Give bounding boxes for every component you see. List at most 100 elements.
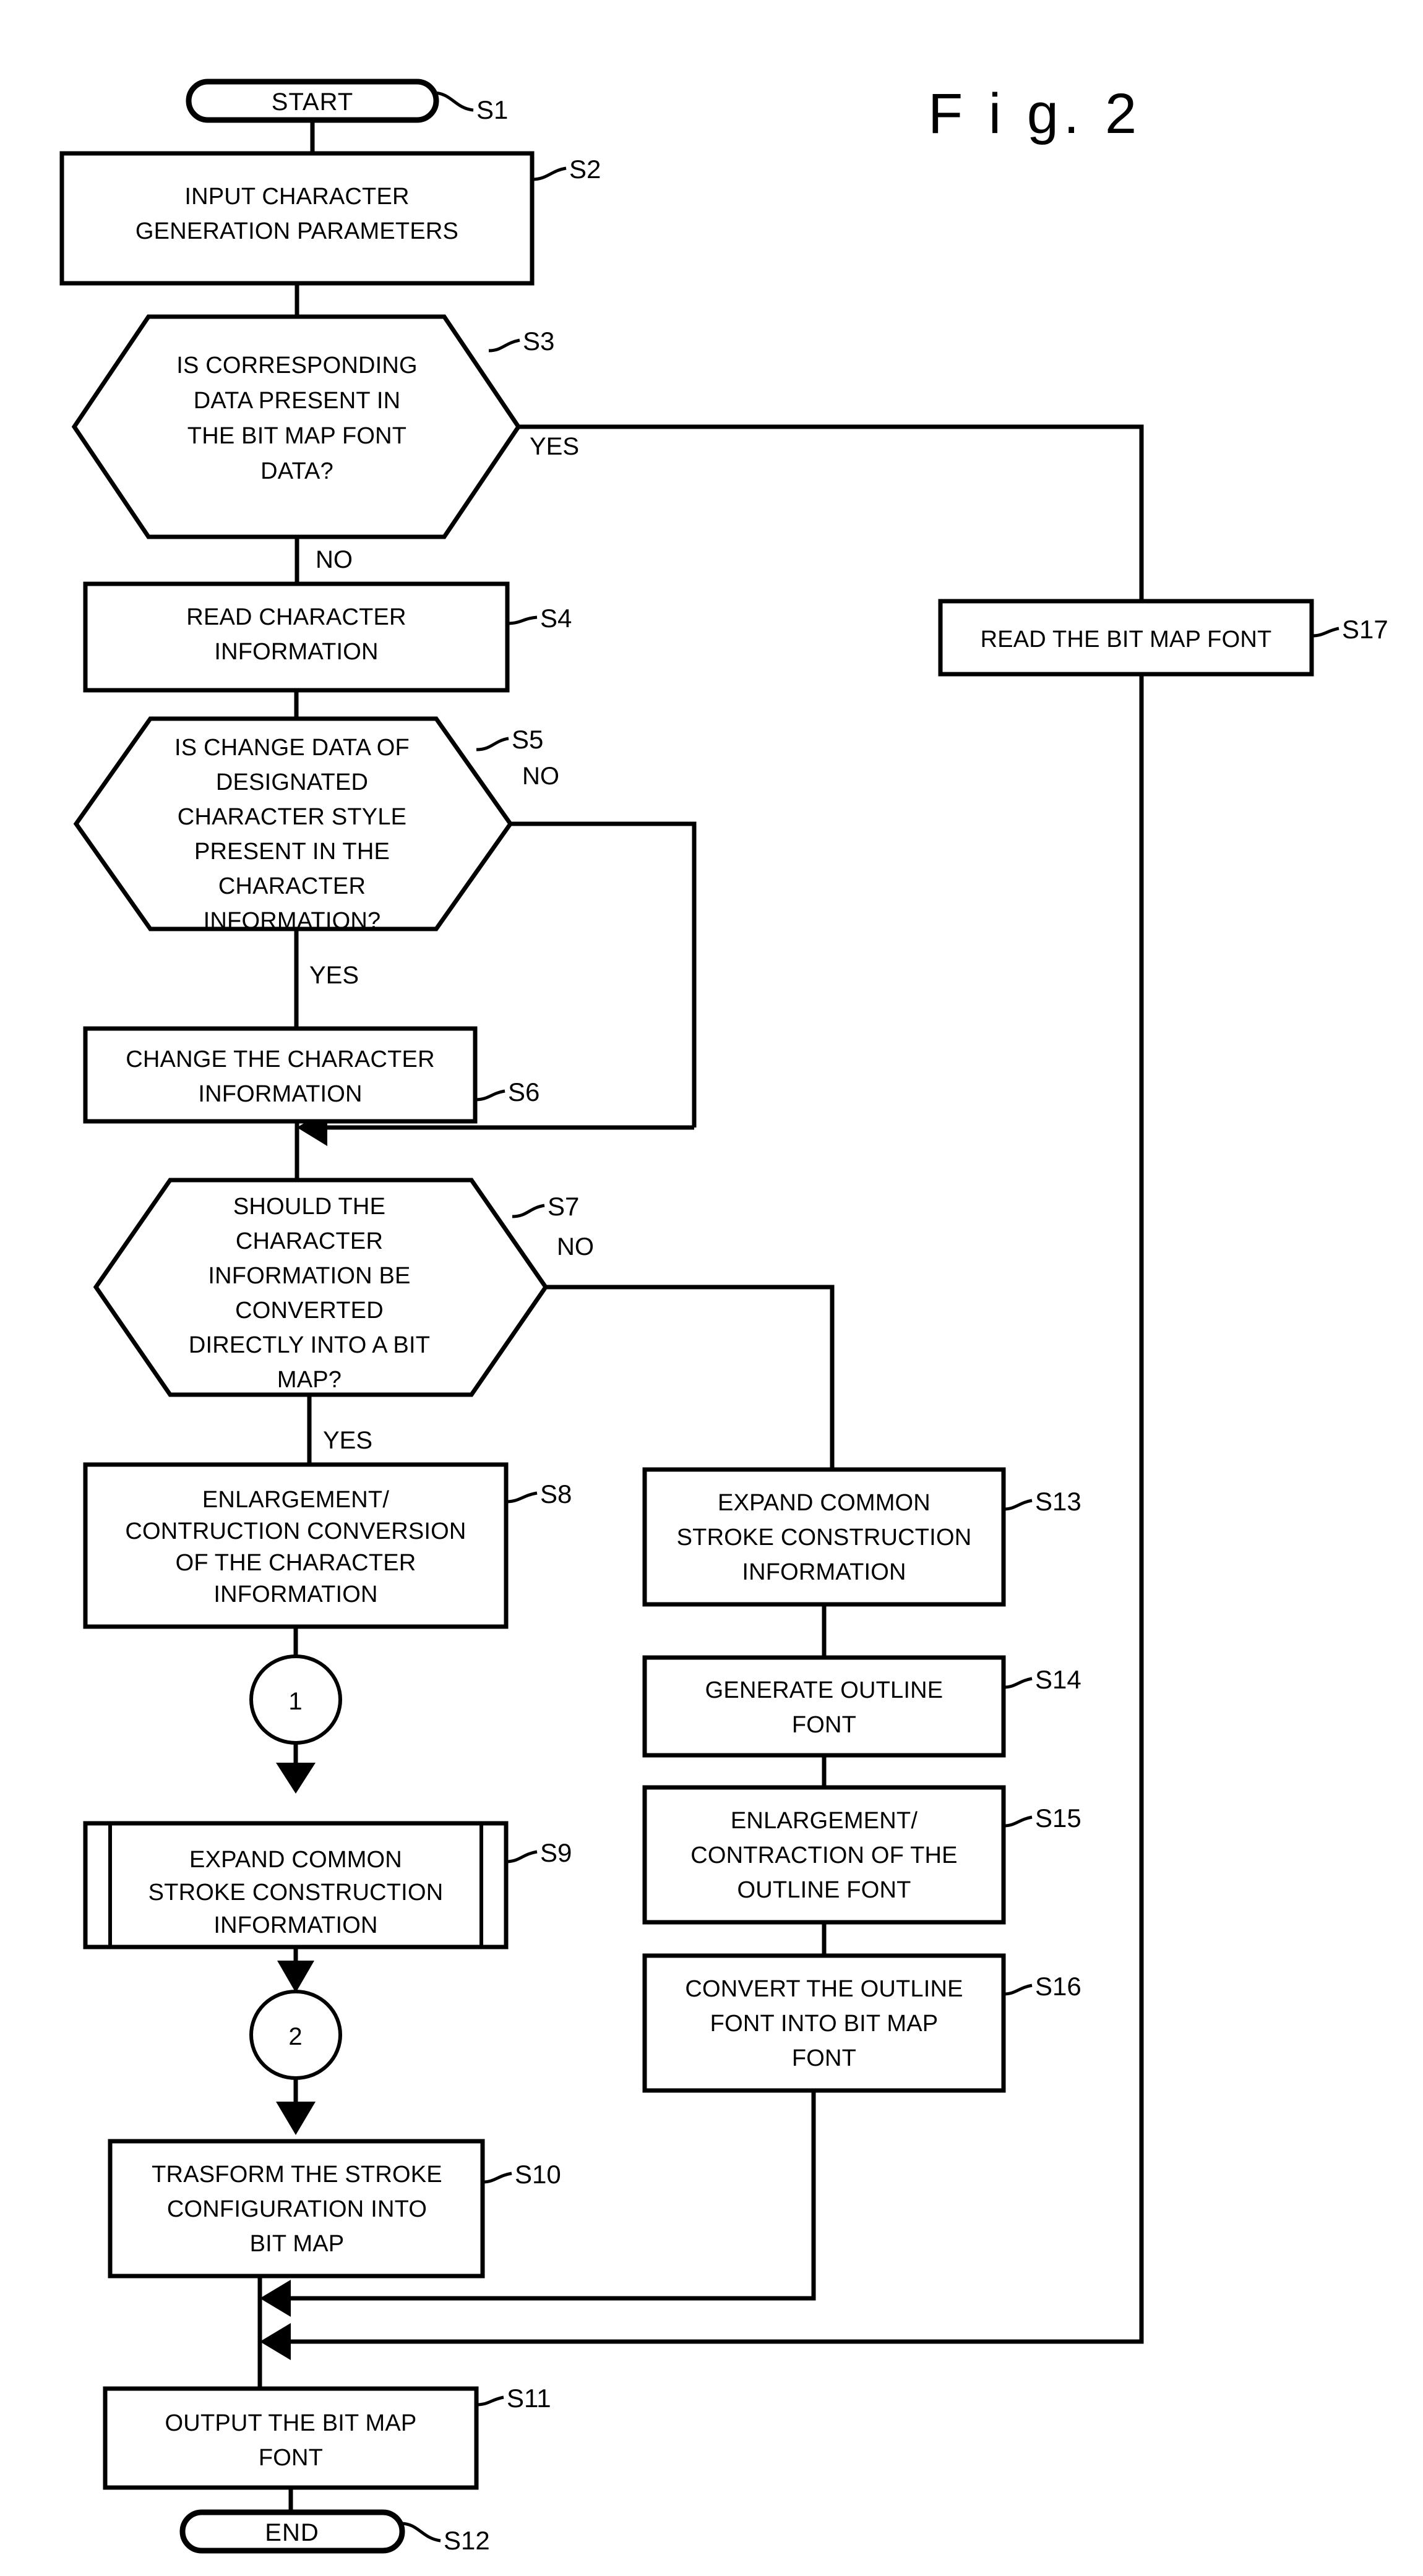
s5-line-5: CHARACTER xyxy=(218,873,366,899)
step-id-s13: S13 xyxy=(1035,1487,1081,1516)
leader-line-s17 xyxy=(1311,627,1339,638)
s2-line-1: INPUT CHARACTER xyxy=(184,184,409,210)
leader-line-s2 xyxy=(531,166,567,181)
leader-line-s15 xyxy=(1003,1815,1033,1828)
s6-line-2: INFORMATION xyxy=(198,1081,362,1107)
s11-line-2: FONT xyxy=(259,2445,323,2471)
s9-line-2: STROKE CONSTRUCTION xyxy=(148,1880,444,1906)
leader-line-s6 xyxy=(475,1089,505,1102)
s3-line-4: DATA? xyxy=(260,458,333,484)
leader-line-s16 xyxy=(1003,1983,1033,1996)
s13-line-3: INFORMATION xyxy=(742,1559,906,1585)
branch-label-s3-no: NO xyxy=(316,546,353,573)
s4-line-2: INFORMATION xyxy=(214,639,378,665)
s5-line-4: PRESENT IN THE xyxy=(194,839,390,865)
s13-line-2: STROKE CONSTRUCTION xyxy=(677,1525,972,1551)
step-id-s10: S10 xyxy=(515,2160,561,2189)
step-id-s16: S16 xyxy=(1035,1972,1081,2001)
branch-label-s7-yes: YES xyxy=(323,1427,372,1454)
s8-line-2: CONTRUCTION CONVERSION xyxy=(125,1518,466,1544)
connector-1: 1 xyxy=(249,1654,342,1745)
leader-line-s4 xyxy=(507,615,538,625)
s15-line-2: CONTRACTION OF THE xyxy=(690,1842,957,1868)
s13-line-1: EXPAND COMMON xyxy=(718,1490,931,1516)
arrowhead-c2 xyxy=(276,2102,316,2135)
s3-line-2: DATA PRESENT IN xyxy=(194,388,401,414)
leader-line-s3 xyxy=(488,338,520,353)
node-s15-enlargement-contraction-outline: ENLARGEMENT/ CONTRACTION OF THE OUTLINE … xyxy=(642,1785,1081,1925)
node-s6-change-character-information: CHANGE THE CHARACTER INFORMATION S6 xyxy=(83,1026,540,1124)
arrowhead-c1 xyxy=(276,1763,316,1794)
s14-line-2: FONT xyxy=(792,1712,856,1738)
step-id-s17: S17 xyxy=(1342,615,1388,644)
s8-line-1: ENLARGEMENT/ xyxy=(202,1487,389,1513)
arrowhead-merge-s17 xyxy=(260,2323,291,2360)
end-label: END xyxy=(265,2519,319,2546)
node-s17-read-bitmap-font: READ THE BIT MAP FONT S17 xyxy=(938,599,1388,677)
connector-2-label: 2 xyxy=(288,2023,303,2050)
s6-line-1: CHANGE THE CHARACTER xyxy=(126,1046,434,1072)
s7-line-3: INFORMATION BE xyxy=(208,1263,410,1289)
s3-line-1: IS CORRESPONDING xyxy=(176,353,418,379)
connector-1-label: 1 xyxy=(288,1688,303,1715)
s15-line-3: OUTLINE FONT xyxy=(737,1877,911,1903)
node-s12-end: END S12 xyxy=(179,2509,490,2555)
node-s14-generate-outline-font: GENERATE OUTLINE FONT S14 xyxy=(642,1655,1081,1758)
branch-label-s3-yes: YES xyxy=(530,433,579,460)
step-id-s6: S6 xyxy=(508,1077,540,1106)
s16-line-3: FONT xyxy=(792,2045,856,2071)
branch-label-s5-no: NO xyxy=(522,763,559,790)
node-s3-decision: IS CORRESPONDING DATA PRESENT IN THE BIT… xyxy=(71,314,554,539)
branch-label-s5-yes: YES xyxy=(309,962,359,989)
step-id-s15: S15 xyxy=(1035,1804,1081,1833)
s15-line-1: ENLARGEMENT/ xyxy=(731,1808,918,1834)
s17-line-1: READ THE BIT MAP FONT xyxy=(981,627,1272,653)
node-s4-read-character-information: READ CHARACTER INFORMATION S4 xyxy=(83,581,572,693)
connector-2: 2 xyxy=(249,1990,342,2080)
figure-canvas: F i g. 2 START S1 INPUT CHARACTER GENERA… xyxy=(0,0,1423,2576)
s7-line-4: CONVERTED xyxy=(235,1298,384,1324)
s4-line-1: READ CHARACTER xyxy=(186,604,406,630)
step-id-s7: S7 xyxy=(548,1192,579,1221)
s8-line-4: INFORMATION xyxy=(213,1581,377,1607)
node-s13-expand-stroke-construction: EXPAND COMMON STROKE CONSTRUCTION INFORM… xyxy=(642,1467,1081,1607)
s16-line-2: FONT INTO BIT MAP xyxy=(710,2011,939,2037)
s9-line-3: INFORMATION xyxy=(213,1912,377,1938)
branch-label-s7-no: NO xyxy=(557,1233,594,1260)
step-id-s1: S1 xyxy=(476,95,508,124)
leader-line-s13 xyxy=(1003,1499,1033,1511)
node-s16-convert-outline-to-bitmap: CONVERT THE OUTLINE FONT INTO BIT MAP FO… xyxy=(642,1953,1081,2093)
s7-line-5: DIRECTLY INTO A BIT xyxy=(189,1332,430,1358)
process-shape-s6 xyxy=(83,1026,478,1124)
step-id-s2: S2 xyxy=(569,155,601,184)
node-s8-enlargement-conversion: ENLARGEMENT/ CONTRUCTION CONVERSION OF T… xyxy=(83,1462,572,1629)
leader-line-s1 xyxy=(432,91,474,112)
s2-line-2: GENERATION PARAMETERS xyxy=(135,218,458,244)
step-id-s11: S11 xyxy=(507,2384,551,2413)
s5-line-6: INFORMATION? xyxy=(204,908,381,934)
node-s10-transform-stroke: TRASFORM THE STROKE CONFIGURATION INTO B… xyxy=(108,2139,561,2279)
leader-line-s10 xyxy=(482,2172,512,2184)
s14-line-1: GENERATE OUTLINE xyxy=(705,1677,944,1703)
leader-line-s9 xyxy=(505,1850,538,1864)
leader-line-s14 xyxy=(1003,1677,1033,1689)
s11-line-1: OUTPUT THE BIT MAP xyxy=(165,2410,417,2436)
s10-line-1: TRASFORM THE STROKE xyxy=(152,2162,442,2188)
step-id-s4: S4 xyxy=(540,604,572,633)
figure-title: F i g. 2 xyxy=(928,82,1141,145)
leader-line-s7 xyxy=(512,1204,545,1218)
s5-line-2: DESIGNATED xyxy=(216,769,368,795)
leader-line-s5 xyxy=(476,737,509,751)
s7-line-1: SHOULD THE xyxy=(233,1194,385,1220)
node-s2-input-parameters: INPUT CHARACTER GENERATION PARAMETERS S2 xyxy=(59,151,601,286)
s10-line-2: CONFIGURATION INTO xyxy=(167,2196,427,2222)
step-id-s9: S9 xyxy=(540,1838,572,1867)
leader-line-s8 xyxy=(505,1491,538,1504)
arrowhead-s9-to-c2 xyxy=(277,1961,314,1993)
s10-line-3: BIT MAP xyxy=(250,2231,345,2257)
edge-s3-yes-to-s17 xyxy=(518,424,1144,601)
s3-line-3: THE BIT MAP FONT xyxy=(187,423,406,449)
s8-line-3: OF THE CHARACTER xyxy=(176,1550,416,1576)
s5-line-1: IS CHANGE DATA OF xyxy=(174,735,410,761)
step-id-s5: S5 xyxy=(512,725,543,754)
